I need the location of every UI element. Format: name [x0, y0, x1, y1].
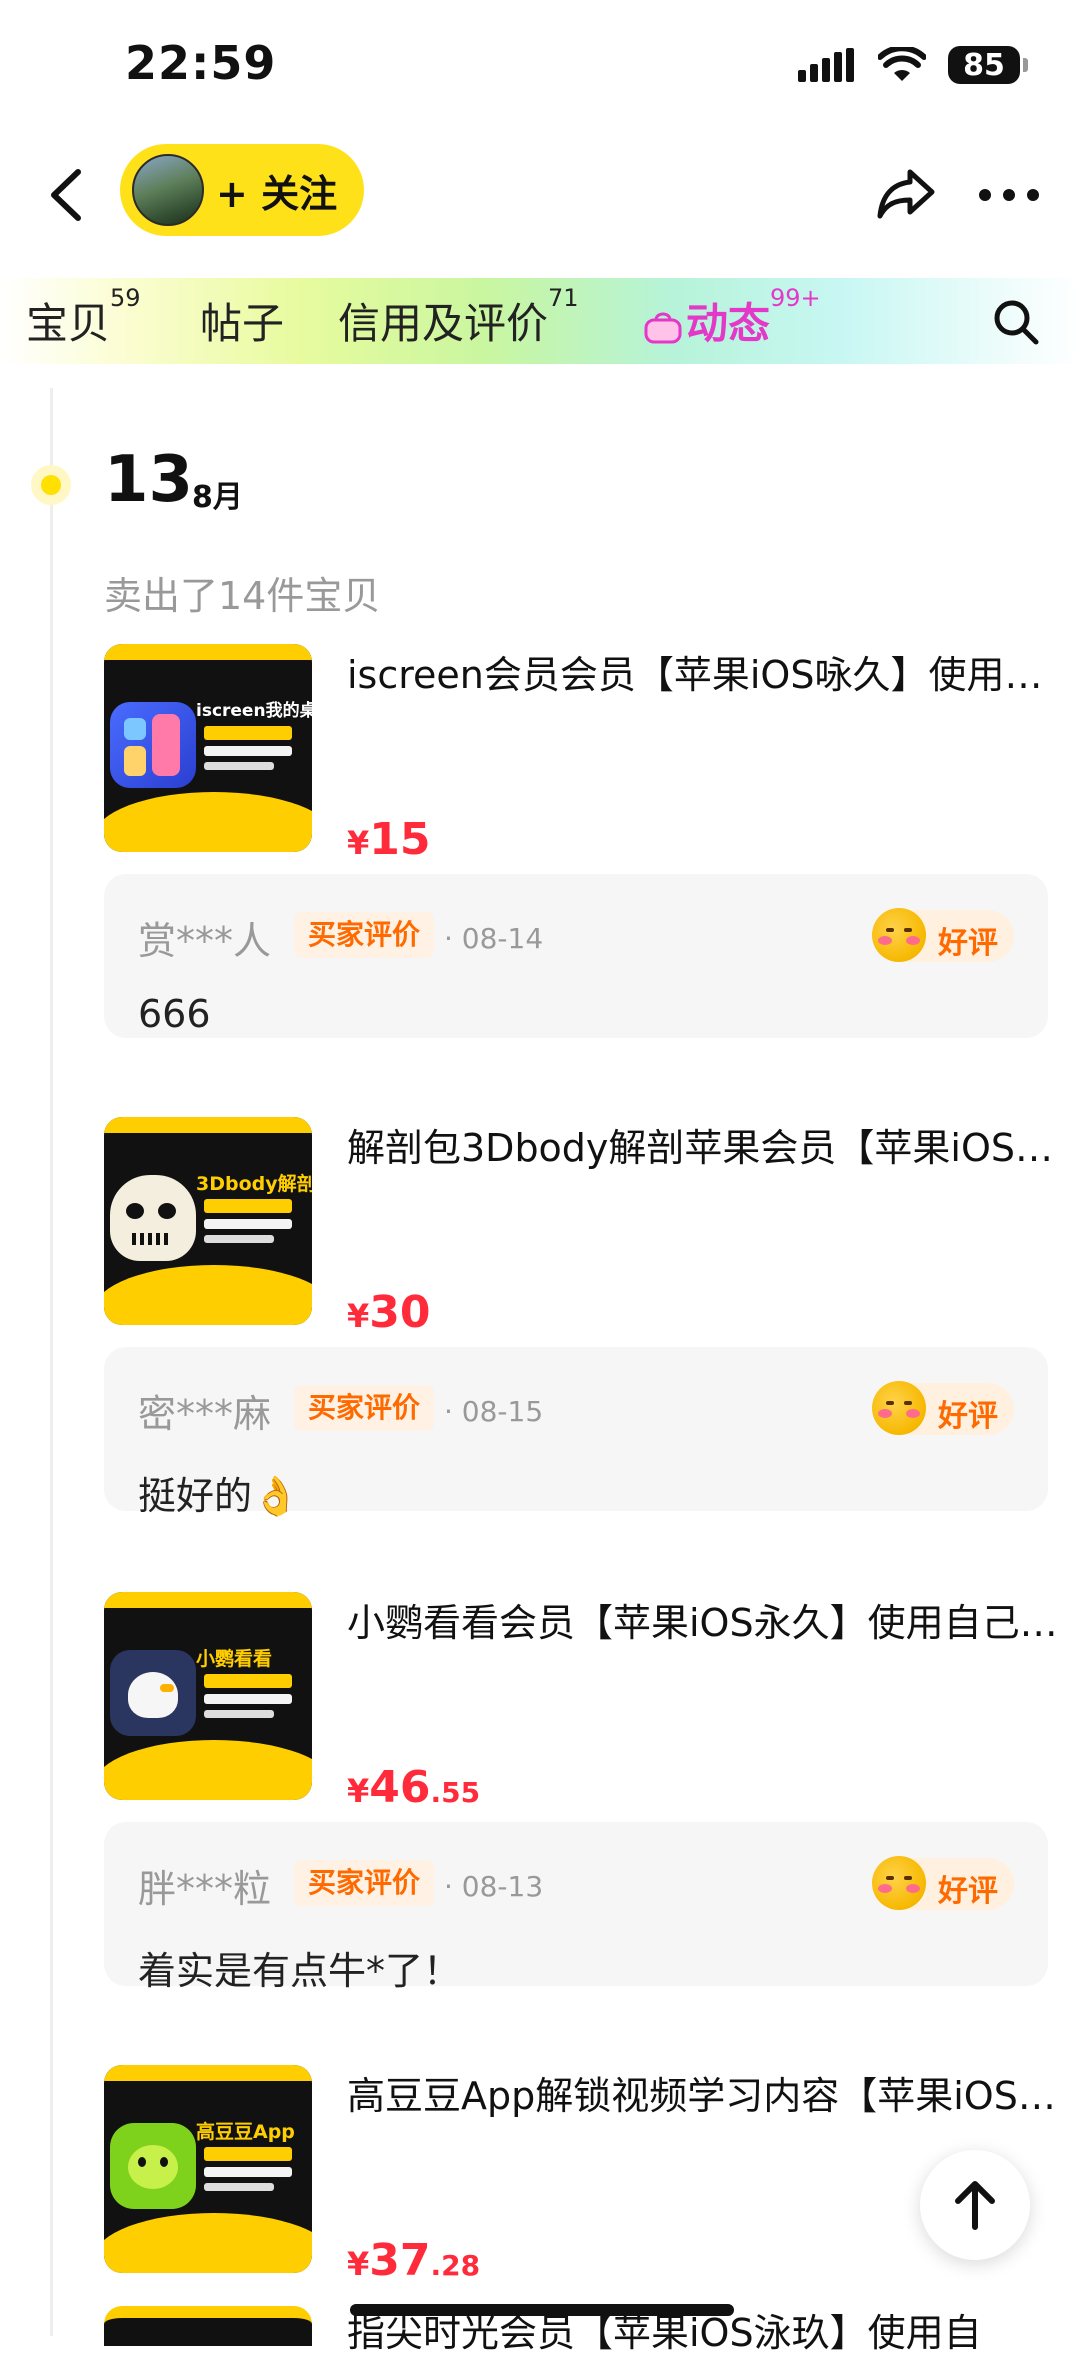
wifi-icon — [878, 47, 926, 81]
buyer-review-tag: 买家评价 — [294, 1860, 435, 1906]
product-title[interactable]: iscreen会员会员【苹果iOS咏久】使用自己的账号 — [347, 644, 1059, 699]
product-card[interactable]: 3Dbody解剖 解剖包3Dbody解剖苹果会员【苹果iOS永久】 ¥30 — [104, 1117, 1064, 1338]
price-currency: ¥ — [347, 1297, 370, 1335]
smile-face-icon — [872, 1381, 926, 1435]
arrow-up-icon — [955, 2181, 995, 2230]
price-currency: ¥ — [347, 2245, 370, 2283]
review-card[interactable]: 密***麻 买家评价 · 08-15 好评 挺好的👌 — [104, 1347, 1048, 1518]
product-card[interactable]: 小鹦看看 小鹦看看会员【苹果iOS永久】使用自己的账号 ¥46.55 — [104, 1592, 1064, 1813]
battery-indicator: 85 — [948, 46, 1028, 84]
price-currency: ¥ — [347, 824, 370, 862]
price-decimal: .28 — [430, 2249, 481, 2282]
price-integer: 15 — [369, 814, 431, 865]
smile-face-icon — [872, 908, 926, 962]
avatar[interactable] — [132, 154, 204, 226]
app-icon — [110, 1650, 196, 1736]
product-price: ¥37.28 — [347, 2235, 480, 2286]
buyer-review-tag: 买家评价 — [294, 1385, 435, 1431]
tab-activity-label: 动态 — [686, 299, 771, 348]
more-icon[interactable] — [975, 170, 1045, 220]
product-thumbnail[interactable]: 高豆豆App — [104, 2065, 312, 2273]
product-price: ¥15 — [347, 814, 431, 865]
product-thumbnail[interactable]: iscreen我的桌面 — [104, 644, 312, 852]
scroll-to-top-button[interactable] — [920, 2150, 1030, 2260]
tab-activity[interactable]: 动态99+ — [644, 284, 821, 351]
timeline-month: 8月 — [192, 480, 243, 515]
product-title[interactable]: 小鹦看看会员【苹果iOS永久】使用自己的账号 — [347, 1592, 1059, 1647]
product-title[interactable]: 解剖包3Dbody解剖苹果会员【苹果iOS永久】 — [347, 1117, 1059, 1172]
product-card[interactable]: iscreen我的桌面 iscreen会员会员【苹果iOS咏久】使用自己的账号 … — [104, 644, 1064, 865]
tab-reviews[interactable]: 信用及评价71 — [338, 284, 579, 351]
follow-button[interactable]: + 关注 — [120, 144, 364, 236]
sold-summary: 卖出了14件宝贝 — [104, 574, 381, 618]
app-icon — [110, 702, 196, 788]
smile-face-icon — [872, 1856, 926, 1910]
price-integer: 30 — [369, 1287, 431, 1338]
profile-tabs: 宝贝59 帖子 信用及评价71 动态99+ — [0, 278, 1080, 364]
tab-items-label: 宝贝 — [26, 299, 111, 348]
review-date: · 08-15 — [444, 1395, 544, 1428]
price-integer: 46 — [369, 1762, 431, 1813]
price-currency: ¥ — [347, 1772, 370, 1810]
status-icons: 85 — [798, 40, 1028, 90]
thumbnail-title: 3Dbody解剖 — [196, 1173, 312, 1195]
bag-icon — [644, 312, 682, 343]
tab-posts[interactable]: 帖子 — [200, 290, 284, 351]
thumbnail-title: 小鹦看看 — [196, 1648, 273, 1670]
tab-items[interactable]: 宝贝59 — [26, 284, 141, 351]
home-indicator — [350, 2304, 734, 2316]
status-time: 22:59 — [125, 36, 277, 90]
status-bar: 22:59 85 — [0, 0, 1080, 130]
timeline-dot — [31, 465, 71, 505]
product-price: ¥46.55 — [347, 1762, 480, 1813]
tab-posts-label: 帖子 — [200, 299, 285, 348]
back-icon[interactable] — [38, 160, 98, 230]
tab-reviews-label: 信用及评价 — [338, 299, 549, 348]
tab-reviews-count: 71 — [548, 284, 579, 312]
review-text: 着实是有点牛*了！ — [138, 1949, 462, 1993]
reviewer-name: 胖***粒 — [138, 1867, 272, 1911]
tab-items-count: 59 — [110, 284, 141, 312]
thumbnail-title: 高豆豆App — [196, 2121, 295, 2143]
review-date: · 08-14 — [444, 922, 544, 955]
follow-label: + 关注 — [216, 171, 338, 216]
rating-label: 好评 — [938, 1874, 998, 1909]
app-icon — [110, 2123, 196, 2209]
rating-label: 好评 — [938, 926, 998, 961]
product-title[interactable]: 高豆豆App解锁视频学习内容【苹果iOS永久】 — [347, 2065, 1059, 2120]
price-integer: 37 — [369, 2235, 431, 2286]
reviewer-name: 密***麻 — [138, 1392, 272, 1436]
signal-icon — [798, 48, 854, 82]
reviewer-name: 赏***人 — [138, 919, 272, 963]
search-icon[interactable] — [990, 296, 1042, 348]
timeline-line — [50, 388, 53, 2336]
tab-activity-count: 99+ — [770, 284, 821, 312]
price-decimal: .55 — [430, 1776, 481, 1809]
review-card[interactable]: 赏***人 买家评价 · 08-14 好评 666 — [104, 874, 1048, 1038]
rating-label: 好评 — [938, 1399, 998, 1434]
app-icon — [110, 1175, 196, 1261]
share-icon[interactable] — [872, 158, 942, 228]
product-price: ¥30 — [347, 1287, 431, 1338]
good-rating-badge: 好评 — [872, 1856, 1014, 1910]
buyer-review-tag: 买家评价 — [294, 912, 435, 958]
product-thumbnail[interactable]: 小鹦看看 — [104, 1592, 312, 1800]
good-rating-badge: 好评 — [872, 1381, 1014, 1435]
review-text: 666 — [138, 992, 211, 1036]
product-thumbnail-partial[interactable] — [104, 2306, 312, 2346]
review-card[interactable]: 胖***粒 买家评价 · 08-13 好评 着实是有点牛*了！ — [104, 1822, 1048, 1993]
good-rating-badge: 好评 — [872, 908, 1014, 962]
product-card[interactable]: 高豆豆App 高豆豆App解锁视频学习内容【苹果iOS永久】 ¥37.28 — [104, 2065, 1064, 2286]
review-text: 挺好的👌 — [138, 1474, 300, 1518]
product-thumbnail[interactable]: 3Dbody解剖 — [104, 1117, 312, 1325]
top-nav: + 关注 — [0, 140, 1080, 250]
review-date: · 08-13 — [444, 1870, 544, 1903]
timeline-day: 13 — [104, 443, 194, 517]
thumbnail-title: iscreen我的桌面 — [196, 701, 312, 721]
